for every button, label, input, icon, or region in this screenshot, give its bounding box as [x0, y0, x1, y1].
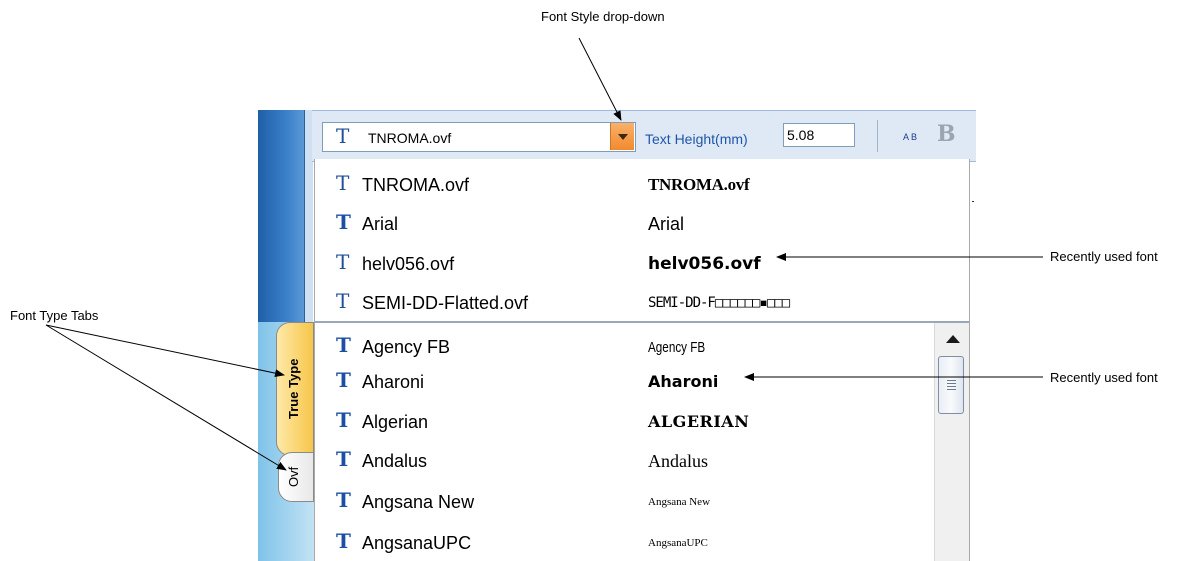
ovf-tab-arrow: [45, 324, 287, 471]
font-style-arrow: [578, 37, 622, 121]
true-type-tab-arrow: [45, 324, 285, 378]
callout-arrows: [45, 37, 1043, 471]
